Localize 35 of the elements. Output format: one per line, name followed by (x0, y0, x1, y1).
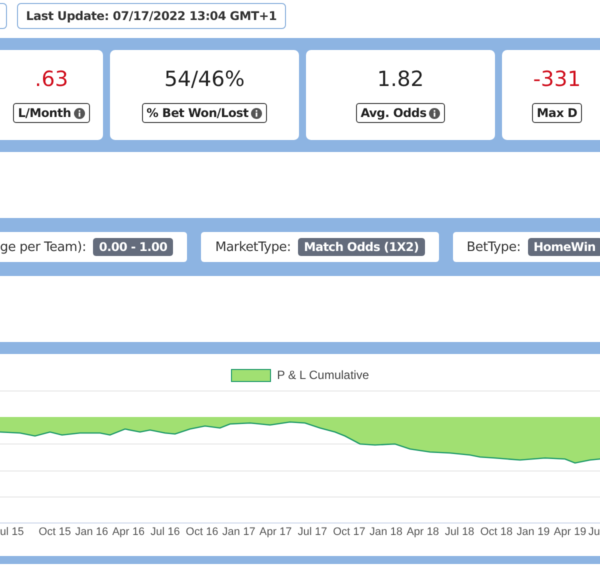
x-axis-label: Jan 19 (516, 526, 550, 538)
filter-value-badge: Match Odds (1X2) (298, 238, 425, 256)
stat-value: 54/46% (164, 67, 245, 91)
filter-label: BetType: (466, 240, 521, 254)
x-axis-label: Apr 18 (406, 526, 439, 538)
filter-label: MarketType: (215, 240, 291, 254)
x-axis-label: Oct 15 (38, 526, 71, 538)
x-axis-label: Jul 16 (150, 526, 180, 538)
x-axis-label: Oct 16 (186, 526, 218, 538)
stat-value: .63 (34, 67, 68, 91)
legend-swatch (230, 368, 271, 382)
x-axis-label: Oct 17 (333, 526, 366, 538)
x-axis-label: Oct 18 (480, 526, 513, 538)
stat-value: 1.82 (377, 67, 424, 91)
stat-label: % Bet Won/Lost (142, 103, 268, 123)
stat-label: Max D (532, 103, 582, 123)
x-axis-label: Jan 18 (369, 526, 403, 538)
filter-value-badge: 0.00 - 1.00 (93, 238, 174, 256)
x-axis-label: Jan 17 (222, 526, 256, 538)
x-axis-label: Jul 18 (444, 526, 474, 538)
filter-label: ge per Team): (0, 240, 86, 254)
filter-value-badge: HomeWin (528, 238, 600, 256)
stat-value: -331 (533, 67, 581, 91)
x-axis-label: Ju (588, 526, 600, 538)
x-axis-label: Jan 16 (75, 526, 108, 538)
legend-label: P & L Cumulative (276, 368, 370, 382)
last-update-button[interactable]: Last Update: 07/17/2022 13:04 GMT+1 (17, 3, 286, 29)
x-axis-label: ul 15 (0, 526, 24, 538)
x-axis-label: Apr 16 (112, 526, 145, 538)
x-axis-label: Apr 19 (554, 526, 586, 538)
x-axis-label: Apr 17 (259, 526, 292, 538)
x-axis-label: Jul 17 (298, 526, 328, 538)
stat-label: Avg. Odds (356, 103, 446, 123)
stat-label: L/Month (13, 103, 90, 123)
toolbar-button[interactable] (0, 3, 7, 29)
